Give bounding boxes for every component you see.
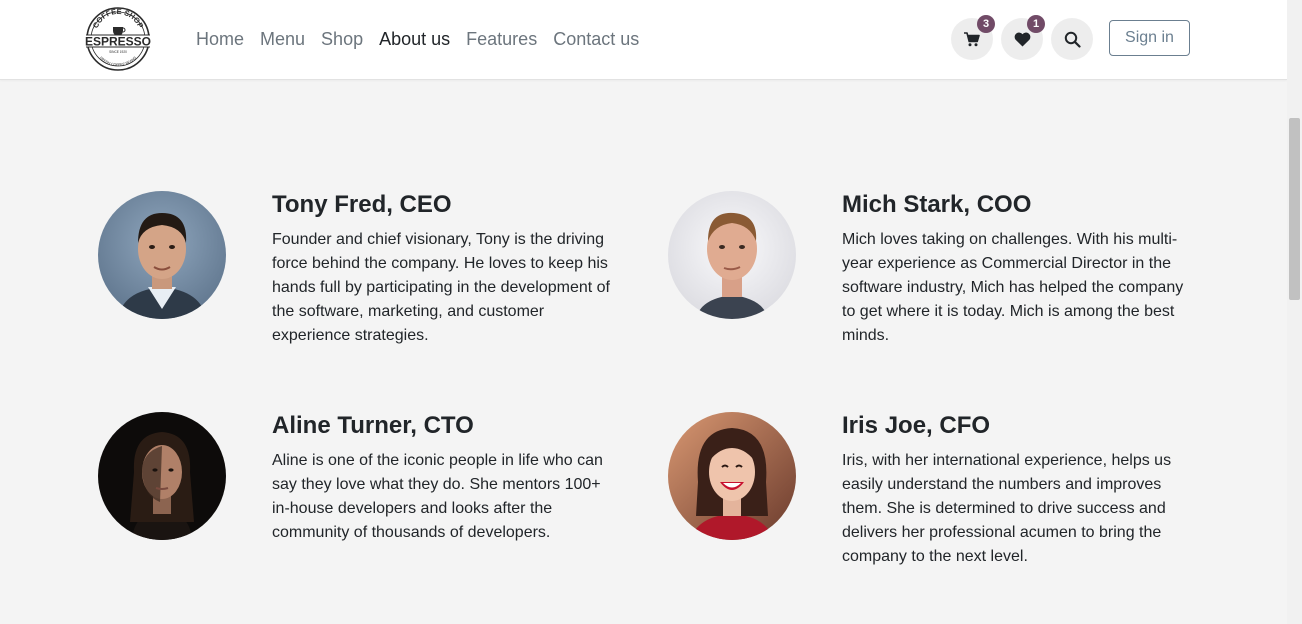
- member-bio: Founder and chief visionary, Tony is the…: [272, 231, 610, 344]
- svg-text:SINCE 1920: SINCE 1920: [109, 50, 127, 54]
- wishlist-button[interactable]: 1: [1001, 15, 1045, 60]
- member-name: Iris Joe, CFO: [842, 412, 991, 439]
- svg-text:ESPRESSO: ESPRESSO: [85, 35, 151, 49]
- page: COFFEE SHOP ESPRESSO SINCE 1920 FRESH CO…: [0, 0, 1302, 624]
- wishlist-count-badge: 1: [1027, 15, 1045, 33]
- heart-icon: [1014, 32, 1030, 46]
- main-nav: Home Menu Shop About us Features Contact…: [196, 27, 655, 51]
- svg-text:FRESH COFFEE BEANS: FRESH COFFEE BEANS: [99, 55, 138, 67]
- member-name: Aline Turner, CTO: [272, 412, 474, 439]
- cart-button[interactable]: 3: [951, 15, 995, 60]
- team-member-card: Iris Joe, CFO Iris, with her internation…: [668, 412, 1228, 592]
- avatar: [668, 191, 796, 319]
- nav-contact-us[interactable]: Contact us: [553, 27, 639, 51]
- nav-about-us[interactable]: About us: [379, 27, 450, 51]
- scrollbar-thumb[interactable]: [1289, 118, 1300, 300]
- member-bio: Aline is one of the iconic people in lif…: [272, 452, 603, 541]
- cart-count-badge: 3: [977, 15, 995, 33]
- search-button[interactable]: [1051, 18, 1093, 60]
- nav-features[interactable]: Features: [466, 27, 537, 51]
- avatar: [98, 191, 226, 319]
- svg-text:COFFEE SHOP: COFFEE SHOP: [91, 7, 145, 30]
- scrollbar-track[interactable]: [1287, 0, 1302, 624]
- nav-shop[interactable]: Shop: [321, 27, 363, 51]
- search-icon: [1064, 31, 1081, 48]
- avatar: [668, 412, 796, 540]
- team-member-card: Tony Fred, CEO Founder and chief visiona…: [98, 191, 658, 371]
- nav-menu[interactable]: Menu: [260, 27, 305, 51]
- top-navbar: COFFEE SHOP ESPRESSO SINCE 1920 FRESH CO…: [0, 0, 1287, 80]
- member-name: Mich Stark, COO: [842, 191, 1032, 218]
- team-member-card: Mich Stark, COO Mich loves taking on cha…: [668, 191, 1228, 371]
- member-bio: Iris, with her international experience,…: [842, 452, 1172, 565]
- member-bio: Mich loves taking on challenges. With hi…: [842, 231, 1184, 344]
- team-member-card: Aline Turner, CTO Aline is one of the ic…: [98, 412, 658, 592]
- sign-in-button[interactable]: Sign in: [1109, 20, 1190, 56]
- nav-home[interactable]: Home: [196, 27, 244, 51]
- espresso-logo[interactable]: COFFEE SHOP ESPRESSO SINCE 1920 FRESH CO…: [80, 6, 156, 72]
- avatar: [98, 412, 226, 540]
- member-name: Tony Fred, CEO: [272, 191, 452, 218]
- cart-icon: [964, 31, 980, 46]
